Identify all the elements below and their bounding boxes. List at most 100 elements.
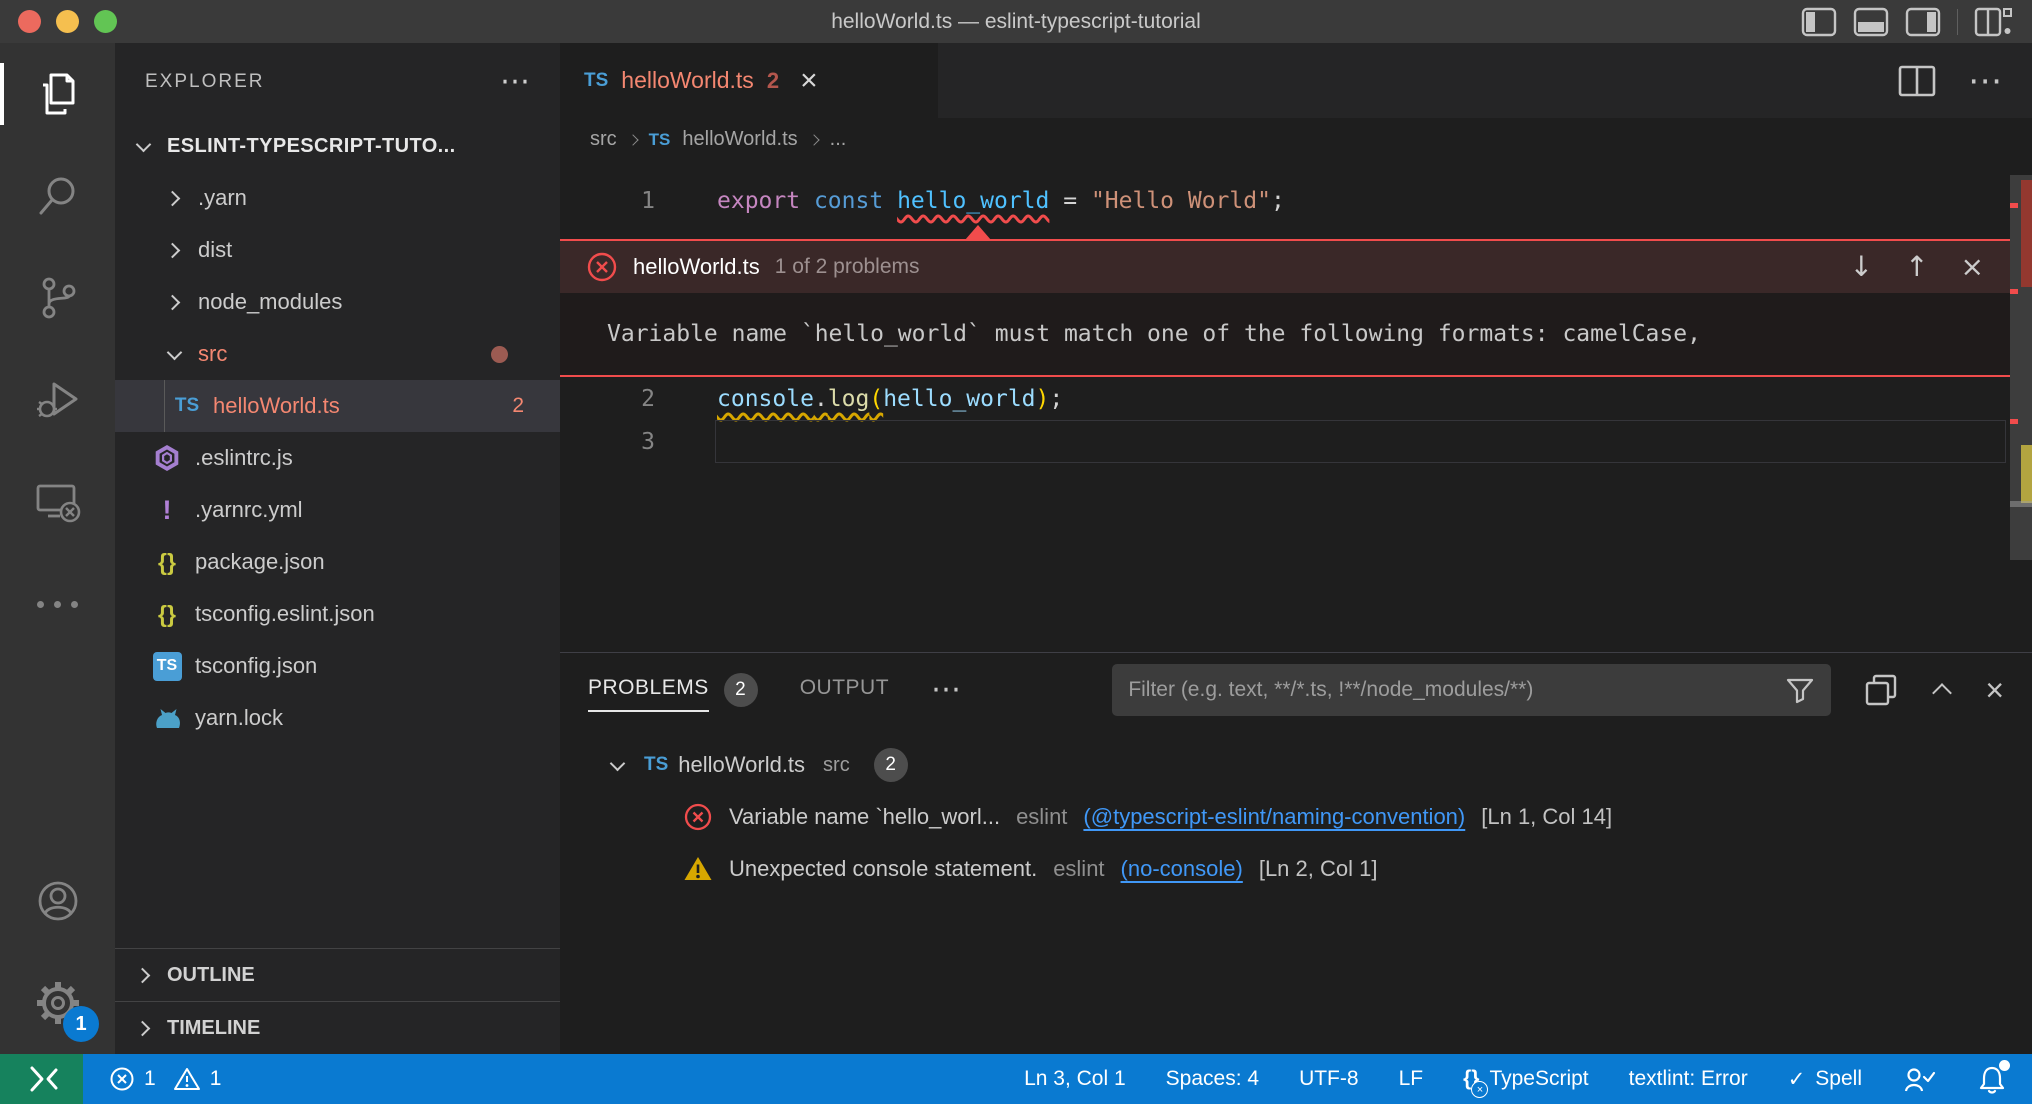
- debug-icon: [34, 376, 82, 424]
- typescript-file-icon: TS: [584, 70, 608, 92]
- tab-problems[interactable]: PROBLEMS 2: [588, 673, 758, 707]
- error-icon: [109, 1066, 135, 1092]
- sidebar-item-src-folder[interactable]: src: [115, 328, 560, 380]
- editor-tab-helloworld[interactable]: TS helloWorld.ts 2 ×: [560, 43, 938, 118]
- toggle-panel-icon[interactable]: [1853, 7, 1889, 37]
- problems-summary[interactable]: 1 1: [109, 1066, 221, 1092]
- chevron-down-icon: [161, 341, 187, 367]
- sidebar-item-yarn-lock[interactable]: yarn.lock: [115, 692, 560, 744]
- code-line-3-current[interactable]: 3: [560, 420, 2032, 463]
- chevron-right-icon: [161, 289, 187, 315]
- close-panel-icon[interactable]: ×: [1985, 674, 2004, 706]
- settings-badge: 1: [63, 1006, 99, 1042]
- remote-indicator[interactable]: [0, 1054, 83, 1104]
- explorer-title: EXPLORER: [145, 71, 264, 93]
- close-window-button[interactable]: [18, 10, 41, 33]
- editor-scrollbar[interactable]: [2010, 161, 2032, 652]
- previous-problem-icon[interactable]: ↑: [1905, 253, 1928, 281]
- peek-file-label: helloWorld.ts: [633, 254, 760, 280]
- problem-position: [Ln 1, Col 14]: [1481, 804, 1612, 830]
- textlint-status[interactable]: textlint: Error: [1629, 1067, 1748, 1091]
- open-in-editor-icon[interactable]: [1863, 672, 1899, 708]
- activity-item-explorer[interactable]: [0, 43, 115, 145]
- activity-item-more[interactable]: [0, 553, 115, 655]
- activity-item-search[interactable]: [0, 145, 115, 247]
- outline-section[interactable]: OUTLINE: [115, 948, 560, 1001]
- next-problem-icon[interactable]: ↓: [1850, 253, 1873, 281]
- git-branch-icon: [34, 274, 82, 322]
- sidebar-item-helloworld-ts[interactable]: TS helloWorld.ts 2: [115, 380, 560, 432]
- editor-more-actions-icon[interactable]: ⋯: [1968, 64, 2002, 98]
- workspace-root-label: ESLINT-TYPESCRIPT-TUTO...: [167, 135, 456, 158]
- vscode-window: helloWorld.ts — eslint-typescript-tutori…: [0, 0, 2032, 1104]
- maximize-panel-icon[interactable]: [1932, 683, 1952, 703]
- notifications-bell-icon[interactable]: [1976, 1063, 2008, 1095]
- toggle-secondary-sidebar-icon[interactable]: [1905, 7, 1941, 37]
- chevron-right-icon: [131, 1015, 157, 1041]
- tab-output[interactable]: OUTPUT: [800, 676, 889, 704]
- code-line-1[interactable]: 1 export const hello_world = "Hello Worl…: [560, 179, 2032, 222]
- problem-row-error[interactable]: Variable name `hello_worl... eslint (@ty…: [560, 791, 2032, 843]
- problem-row-warning[interactable]: Unexpected console statement. eslint (no…: [560, 843, 2032, 895]
- eol-status[interactable]: LF: [1399, 1067, 1424, 1091]
- account-icon: [33, 876, 83, 926]
- settings-button[interactable]: 1: [0, 952, 115, 1054]
- typescript-file-icon: TS: [644, 754, 668, 776]
- close-peek-icon[interactable]: ×: [1961, 253, 1984, 281]
- code-line-2[interactable]: 2 console.log(hello_world);: [560, 377, 2032, 420]
- minimize-window-button[interactable]: [56, 10, 79, 33]
- customize-layout-icon[interactable]: [1974, 6, 2012, 38]
- sidebar-item-yarnrc-yml[interactable]: ! .yarnrc.yml: [115, 484, 560, 536]
- yarn-icon: [151, 702, 183, 734]
- spell-status[interactable]: ✓ Spell: [1788, 1067, 1862, 1092]
- indentation-status[interactable]: Spaces: 4: [1166, 1067, 1259, 1091]
- problem-position: [Ln 2, Col 1]: [1259, 856, 1378, 882]
- encoding-status[interactable]: UTF-8: [1299, 1067, 1359, 1091]
- breadcrumb-item-folder[interactable]: src: [590, 128, 617, 151]
- warning-icon: [683, 854, 713, 884]
- peek-message[interactable]: Variable name `hello_world` must match o…: [560, 293, 2010, 375]
- yaml-icon: !: [151, 494, 183, 526]
- sidebar-item-tsconfig-json[interactable]: TS tsconfig.json: [115, 640, 560, 692]
- sidebar-item-dist-folder[interactable]: dist: [115, 224, 560, 276]
- explorer-sidebar: EXPLORER ⋯ ESLINT-TYPESCRIPT-TUTO... .ya…: [115, 43, 560, 1054]
- problems-filter-input[interactable]: [1128, 678, 1785, 702]
- breadcrumb-item-file[interactable]: helloWorld.ts: [682, 128, 797, 151]
- panel-more-tabs-icon[interactable]: ⋯: [931, 675, 961, 705]
- sidebar-item-tsconfig-eslint-json[interactable]: {} tsconfig.eslint.json: [115, 588, 560, 640]
- problem-rule-link[interactable]: (no-console): [1121, 856, 1243, 882]
- explorer-actions-icon[interactable]: ⋯: [500, 67, 530, 97]
- problems-file-label: helloWorld.ts: [678, 752, 805, 778]
- sidebar-item-yarn-folder[interactable]: .yarn: [115, 172, 560, 224]
- filter-icon[interactable]: [1785, 675, 1815, 705]
- error-count: 1: [144, 1067, 156, 1091]
- language-status-error-icon: ×: [1471, 1081, 1488, 1098]
- close-tab-icon[interactable]: ×: [800, 66, 818, 96]
- split-editor-icon[interactable]: [1896, 62, 1938, 100]
- sidebar-item-package-json[interactable]: {} package.json: [115, 536, 560, 588]
- activity-item-source-control[interactable]: [0, 247, 115, 349]
- workspace-root-row[interactable]: ESLINT-TYPESCRIPT-TUTO...: [115, 120, 560, 172]
- problem-rule-link[interactable]: (@typescript-eslint/naming-convention): [1083, 804, 1465, 830]
- cursor-position[interactable]: Ln 3, Col 1: [1024, 1067, 1126, 1091]
- code-editor[interactable]: 1 export const hello_world = "Hello Worl…: [560, 161, 2032, 652]
- timeline-section[interactable]: TIMELINE: [115, 1001, 560, 1054]
- sidebar-item-node-modules-folder[interactable]: node_modules: [115, 276, 560, 328]
- problems-filter: [1112, 664, 1831, 716]
- json-icon: {}: [151, 546, 183, 578]
- sidebar-item-eslintrc-js[interactable]: .eslintrc.js: [115, 432, 560, 484]
- language-mode[interactable]: {} × TypeScript: [1463, 1067, 1589, 1091]
- zoom-window-button[interactable]: [94, 10, 117, 33]
- problem-count-badge: 2: [512, 394, 524, 418]
- activity-bar: 1: [0, 43, 115, 1054]
- eslint-icon: [151, 442, 183, 474]
- toggle-primary-sidebar-icon[interactable]: [1801, 7, 1837, 37]
- activity-item-remote-explorer[interactable]: [0, 451, 115, 553]
- accounts-button[interactable]: [0, 850, 115, 952]
- problems-file-row[interactable]: TS helloWorld.ts src 2: [560, 739, 2032, 791]
- peek-counter: 1 of 2 problems: [775, 255, 920, 279]
- git-modified-dot: [491, 346, 508, 363]
- activity-item-run-debug[interactable]: [0, 349, 115, 451]
- feedback-icon[interactable]: [1902, 1063, 1936, 1095]
- breadcrumb-item-symbol[interactable]: ...: [830, 128, 847, 151]
